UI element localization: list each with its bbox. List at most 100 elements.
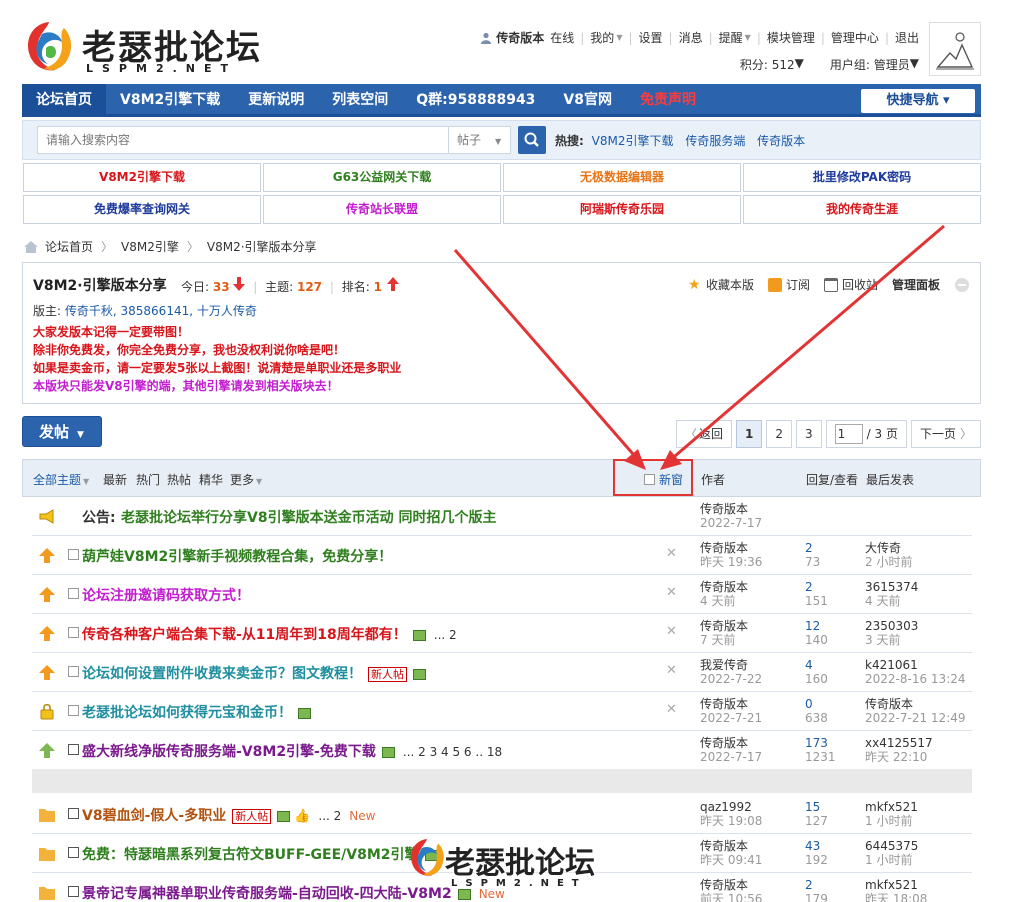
- module-admin-link[interactable]: 模块管理: [767, 29, 815, 46]
- close-icon[interactable]: ✕: [666, 663, 677, 678]
- username-link[interactable]: 传奇版本: [496, 29, 544, 46]
- thread-pages[interactable]: ... 2 3 4 5 6 .. 18: [403, 745, 502, 759]
- thread-checkbox[interactable]: [68, 847, 79, 858]
- quick-nav-button[interactable]: 快捷导航 ▾: [861, 89, 975, 113]
- settings-link[interactable]: 设置: [639, 29, 663, 46]
- collapse-icon[interactable]: [954, 277, 970, 293]
- tab-digest[interactable]: 精华: [199, 471, 223, 488]
- thread-checkbox[interactable]: [68, 744, 79, 755]
- last-user[interactable]: 传奇版本: [865, 697, 966, 711]
- back-button[interactable]: 〈返回: [675, 420, 733, 448]
- close-icon[interactable]: ✕: [666, 585, 677, 600]
- tab-all-threads[interactable]: 全部主题 ▼: [33, 471, 89, 488]
- last-user[interactable]: mkfx521: [865, 800, 918, 814]
- breadcrumb-current[interactable]: V8M2·引擎版本分享: [207, 238, 317, 255]
- home-icon[interactable]: [23, 240, 39, 254]
- table-row[interactable]: 论坛注册邀请码获取方式！ ✕ 传奇版本 4 天前 2 151 3615374 4 天前: [32, 575, 972, 614]
- thread-title[interactable]: 老瑟批论坛如何获得元宝和金币！: [82, 705, 292, 721]
- author-name[interactable]: 传奇版本: [700, 619, 748, 633]
- messages-link[interactable]: 消息: [679, 29, 703, 46]
- page-2[interactable]: 2: [766, 420, 793, 448]
- my-link[interactable]: 我的: [590, 29, 614, 46]
- avatar[interactable]: [929, 22, 981, 76]
- close-icon[interactable]: ✕: [666, 546, 677, 561]
- table-row[interactable]: 葫芦娃V8M2引擎新手视频教程合集，免费分享！ ✕ 传奇版本 昨天 19:36 2…: [32, 536, 972, 575]
- featured-link[interactable]: 我的传奇生涯: [743, 195, 981, 224]
- featured-link[interactable]: G63公益网关下载: [263, 163, 501, 192]
- thread-title[interactable]: 葫芦娃V8M2引擎新手视频教程合集，免费分享！: [82, 546, 392, 566]
- tab-more[interactable]: 更多 ▼: [230, 471, 262, 488]
- hot-search-link[interactable]: 传奇服务端: [685, 134, 745, 148]
- tab-hot[interactable]: 热门: [136, 471, 160, 488]
- table-row[interactable]: 老瑟批论坛如何获得元宝和金币！ ✕ 传奇版本 2022-7-21 0 638 传奇版…: [32, 692, 972, 731]
- breadcrumb-home[interactable]: 论坛首页: [45, 238, 93, 255]
- thread-checkbox[interactable]: [68, 705, 79, 716]
- admin-center-link[interactable]: 管理中心: [831, 29, 879, 46]
- user-group-link[interactable]: 用户组: 管理员: [830, 56, 910, 73]
- page-input[interactable]: 1: [834, 424, 863, 444]
- reminders-link[interactable]: 提醒: [719, 29, 743, 46]
- author-name[interactable]: 我爱传奇: [700, 658, 762, 672]
- table-row[interactable]: 论坛如何设置附件收费来卖金币？图文教程！ 新人帖 ✕ 我爱传奇 2022-7-22 …: [32, 653, 972, 692]
- announcement-title[interactable]: 老瑟批论坛举行分享V8引擎版本送金币活动 同时招几个版主: [121, 507, 496, 527]
- featured-link[interactable]: 免费爆率查询网关: [23, 195, 261, 224]
- nav-engine-download[interactable]: V8M2引擎下载: [106, 84, 234, 117]
- nav-official-site[interactable]: V8官网: [549, 84, 626, 117]
- subscribe-button[interactable]: 订阅: [767, 276, 810, 293]
- close-icon[interactable]: ✕: [666, 624, 677, 639]
- last-user[interactable]: mkfx521: [865, 878, 927, 892]
- table-row[interactable]: 传奇各种客户端合集下载-从11周年到18周年都有！ ... 2 ✕ 传奇版本 7 天…: [32, 614, 972, 653]
- announcement-row[interactable]: 公告: 老瑟批论坛举行分享V8引擎版本送金币活动 同时招几个版主 传奇版本 202…: [32, 497, 972, 536]
- featured-link[interactable]: 传奇站长联盟: [263, 195, 501, 224]
- new-post-button[interactable]: 发帖 ▼: [22, 416, 102, 447]
- thread-title[interactable]: V8碧血剑-假人-多职业: [82, 808, 226, 824]
- thread-title[interactable]: 论坛如何设置附件收费来卖金币？图文教程！: [82, 666, 362, 682]
- author-name[interactable]: 传奇版本: [700, 839, 762, 853]
- thread-title[interactable]: 免费：特瑟暗黑系列复古符文BUFF-GEE/V8M2引擎: [82, 847, 419, 863]
- nav-disclaimer[interactable]: 免责声明: [626, 84, 710, 117]
- thread-pages[interactable]: ... 2: [318, 809, 341, 823]
- thread-title[interactable]: 论坛注册邀请码获取方式！: [82, 585, 250, 605]
- featured-link[interactable]: V8M2引擎下载: [23, 163, 261, 192]
- nav-list-space[interactable]: 列表空间: [318, 84, 402, 117]
- page-1[interactable]: 1: [736, 420, 763, 448]
- tab-latest[interactable]: 最新: [103, 471, 127, 488]
- recycle-bin-button[interactable]: 回收站: [823, 276, 878, 293]
- search-button[interactable]: [518, 126, 546, 154]
- search-input[interactable]: 请输入搜索内容: [37, 126, 449, 154]
- thread-title[interactable]: 传奇各种客户端合集下载-从11周年到18周年都有！: [82, 627, 407, 643]
- thread-checkbox[interactable]: [68, 886, 79, 897]
- author-name[interactable]: 传奇版本: [700, 502, 762, 516]
- breadcrumb-engine[interactable]: V8M2引擎: [121, 238, 179, 255]
- site-logo[interactable]: 老瑟批论坛 LSPM2.NET: [20, 14, 280, 80]
- featured-link[interactable]: 阿瑞斯传奇乐园: [503, 195, 741, 224]
- author-name[interactable]: 传奇版本: [700, 878, 762, 892]
- close-icon[interactable]: ✕: [666, 702, 677, 717]
- thread-checkbox[interactable]: [68, 808, 79, 819]
- thread-checkbox[interactable]: [68, 549, 79, 560]
- thread-checkbox[interactable]: [68, 627, 79, 638]
- thread-checkbox[interactable]: [68, 588, 79, 599]
- page-3[interactable]: 3: [796, 420, 822, 448]
- hot-search-link[interactable]: V8M2引擎下载: [592, 134, 674, 148]
- author-name[interactable]: qaz1992: [700, 800, 762, 814]
- last-user[interactable]: xx4125517: [865, 736, 933, 750]
- search-type-select[interactable]: 帖子 ▼: [449, 126, 511, 154]
- featured-link[interactable]: 批里修改PAK密码: [743, 163, 981, 192]
- table-row[interactable]: V8碧血剑-假人-多职业 新人帖 👍 ... 2 New qaz1992 昨天 19:08…: [32, 795, 972, 834]
- author-name[interactable]: 传奇版本: [700, 697, 762, 711]
- last-user[interactable]: 2350303: [865, 619, 918, 633]
- thread-title[interactable]: 景帝记专属神器单职业传奇服务端-自动回收-四大陆-V8M2: [82, 886, 452, 902]
- last-user[interactable]: 6445375: [865, 839, 918, 853]
- thread-title[interactable]: 盛大新线净版传奇服务端-V8M2引擎-免费下载: [82, 744, 376, 760]
- last-user[interactable]: 大传奇: [865, 541, 912, 555]
- points-link[interactable]: 积分: 512: [740, 56, 795, 73]
- favorite-forum-button[interactable]: ★ 收藏本版: [688, 276, 754, 293]
- moderators-list[interactable]: 传奇千秋, 385866141, 十万人传奇: [65, 304, 257, 318]
- author-name[interactable]: 传奇版本: [700, 541, 762, 555]
- tab-hot-posts[interactable]: 热帖: [167, 471, 191, 488]
- author-name[interactable]: 传奇版本: [700, 580, 748, 594]
- last-user[interactable]: 3615374: [865, 580, 918, 594]
- thread-checkbox[interactable]: [68, 666, 79, 677]
- thread-pages[interactable]: ... 2: [434, 628, 457, 642]
